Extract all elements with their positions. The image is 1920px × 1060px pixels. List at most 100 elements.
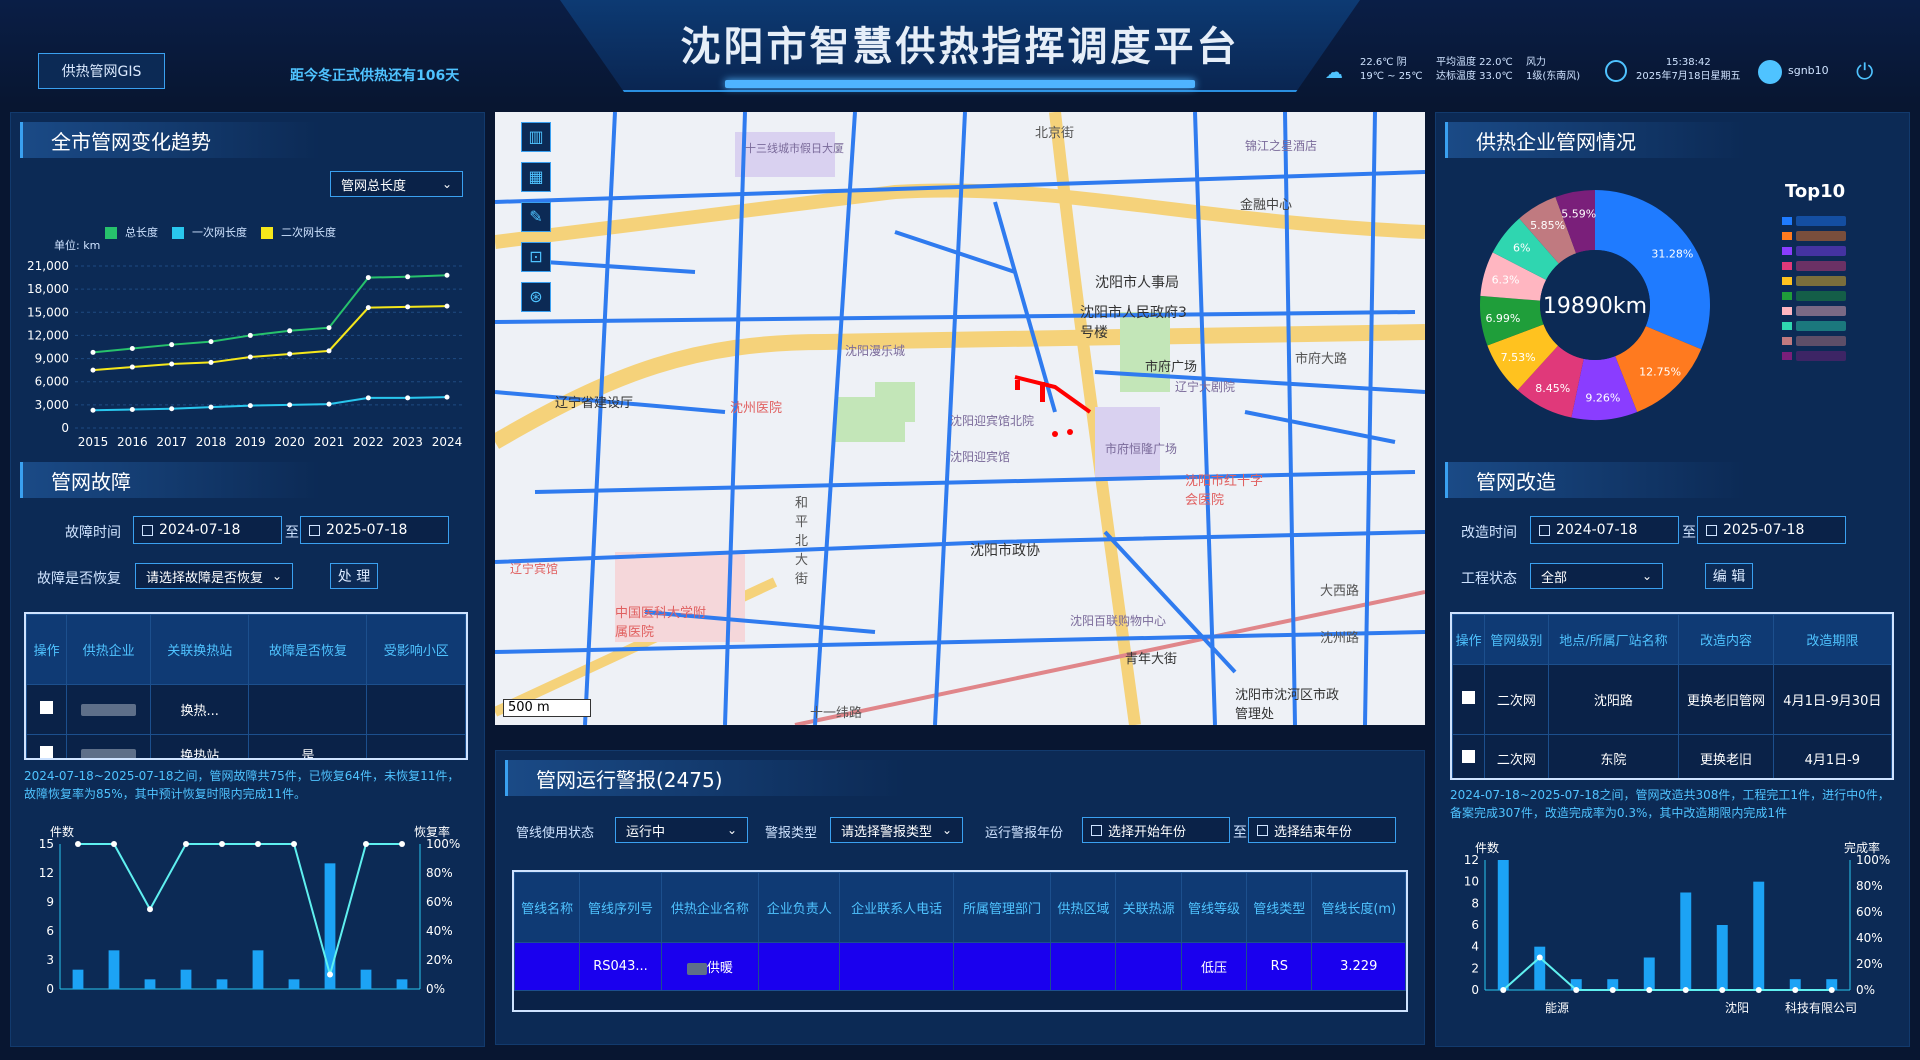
place-23: 十一纬路 <box>810 706 863 721</box>
pie-label: 9.26% <box>1585 392 1620 405</box>
alarm-status-select[interactable]: 运行中 ⌄ <box>615 817 748 843</box>
table-row[interactable]: RS043... 供暖 低压 RS 3.229 <box>514 942 1406 991</box>
x-tick-label: 2019 <box>235 435 266 449</box>
bar <box>216 979 228 989</box>
y-tick-label: 3 <box>46 953 54 967</box>
legend-item <box>1782 231 1846 241</box>
legend-item <box>1782 321 1846 331</box>
place-18: 辽宁宾馆 <box>510 562 559 576</box>
x-tick-label: 2021 <box>314 435 345 449</box>
series-line-1 <box>92 396 448 412</box>
alarm-col-3: 企业负责人 <box>758 872 841 943</box>
trend-select[interactable]: 管网总长度 ⌄ <box>330 171 463 197</box>
alarm-year-label: 运行警报年份 <box>985 826 1064 841</box>
alarm-col-2: 供热企业名称 <box>660 872 760 943</box>
alarm-type-label: 警报类型 <box>765 826 818 841</box>
renov-date-to[interactable]: 2025-07-18 <box>1697 516 1846 544</box>
alarm-year-from[interactable]: 选择开始年份 <box>1082 817 1230 843</box>
data-point <box>405 304 411 310</box>
gis-button[interactable]: 供热管网GIS <box>38 53 165 89</box>
rate-point <box>75 841 81 847</box>
process-button[interactable]: 处 理 <box>330 563 378 589</box>
x-tick-label: 沈阳 <box>1725 1000 1749 1015</box>
series-line-0 <box>92 274 448 354</box>
pie-label: 31.28% <box>1651 247 1693 260</box>
bar <box>324 863 336 989</box>
pie-label: 6.99% <box>1485 312 1520 325</box>
x-tick-label: 2024 <box>432 435 463 449</box>
data-point <box>326 325 332 331</box>
row-checkbox[interactable] <box>1462 750 1476 763</box>
fault-recover-select[interactable]: 请选择故障是否恢复 ⌄ <box>135 563 293 589</box>
data-point <box>444 394 450 400</box>
data-point <box>247 403 253 409</box>
grid-icon[interactable]: ▦ <box>521 162 551 192</box>
x-tick-label: 2016 <box>117 435 148 449</box>
x-tick-label: 2017 <box>156 435 187 449</box>
data-point <box>326 401 332 407</box>
y-tick-label: 12 <box>1464 853 1479 867</box>
legend-item <box>1782 216 1846 226</box>
edit-icon[interactable]: ✎ <box>521 202 551 232</box>
col-operate: 操作 <box>1452 614 1486 665</box>
bar <box>288 979 300 989</box>
compass-icon[interactable]: ⊛ <box>521 282 551 312</box>
data-point <box>90 367 96 373</box>
fault-time-label: 故障时间 <box>65 525 121 541</box>
power-icon[interactable]: ⏻ <box>1856 60 1873 85</box>
renov-status-select[interactable]: 全部 ⌄ <box>1530 563 1663 589</box>
fault-date-from[interactable]: 2024-07-18 <box>133 516 282 544</box>
chevron-down-icon: ⌄ <box>726 823 737 837</box>
place-6: 沈阳市人民政府3号楼 <box>1080 305 1187 341</box>
rate-line <box>78 843 402 979</box>
data-point <box>208 339 214 345</box>
y-tick-label: 0 <box>46 982 54 996</box>
rate-point <box>1755 987 1762 993</box>
renov-date-from[interactable]: 2024-07-18 <box>1530 516 1679 544</box>
legend-item <box>1782 336 1846 346</box>
bar <box>1534 946 1546 990</box>
user-icon[interactable] <box>1758 60 1782 84</box>
place-21: 沈阳百联购物中心 <box>1070 614 1167 628</box>
book-icon[interactable]: ▥ <box>521 122 551 152</box>
row-checkbox[interactable] <box>40 746 54 758</box>
heating-countdown: 距今冬正式供热还有106天 <box>290 68 460 84</box>
chevron-down-icon: ⌄ <box>441 177 452 191</box>
place-25: 沈州路 <box>1320 631 1360 646</box>
fault-summary: 2024-07-18~2025-07-18之间，管网故障共75件，已恢复64件，… <box>24 769 460 801</box>
rate-point <box>1719 987 1726 993</box>
trend-unit: 单位: km <box>54 239 101 252</box>
enterprise-title: 供热企业管网情况 <box>1445 122 1745 158</box>
pie-top10-title: Top10 <box>1785 181 1846 202</box>
rate-point <box>1682 987 1689 993</box>
y2-tick-label: 0% <box>426 982 445 996</box>
legend-primary: 一次网长度 <box>172 224 247 240</box>
lock-icon[interactable]: ⊡ <box>521 242 551 272</box>
y2-tick-label: 0% <box>1856 983 1875 997</box>
row-checkbox[interactable] <box>1462 691 1476 704</box>
place-10: 辽宁省建设厅 <box>555 396 634 411</box>
place-12: 辽宁大剧院 <box>1175 380 1236 394</box>
col-operate: 操作 <box>26 614 68 685</box>
place-16: 沈阳市红十字会医院 <box>1185 474 1264 508</box>
rate-point <box>1573 987 1580 993</box>
y-tick-label: 8 <box>1471 896 1479 910</box>
table-row: 换热... <box>26 684 466 735</box>
edit-button[interactable]: 编 辑 <box>1705 563 1753 589</box>
bar <box>1497 860 1509 990</box>
data-point <box>365 305 371 311</box>
data-point <box>208 404 214 410</box>
data-point <box>169 361 175 367</box>
row-checkbox[interactable] <box>40 701 54 714</box>
place-24: 大西路 <box>1320 584 1360 599</box>
alarm-type-select[interactable]: 请选择警报类型 ⌄ <box>830 817 963 843</box>
bar <box>1643 957 1655 990</box>
col-recovered: 故障是否恢复 <box>248 614 368 685</box>
place-26: 沈阳市沈河区市政管理处 <box>1235 688 1340 722</box>
gis-map[interactable]: 十三线城市假日大厦 北京街 锦江之星酒店 金融中心 沈阳市人事局 沈阳市人民政府… <box>495 112 1425 725</box>
y-tick-label: 2 <box>1471 961 1479 975</box>
place-3: 锦江之星酒店 <box>1245 139 1318 153</box>
alarm-year-to[interactable]: 选择结束年份 <box>1248 817 1396 843</box>
fault-date-to[interactable]: 2025-07-18 <box>300 516 449 544</box>
map-toolbar: ▥ ▦ ✎ ⊡ ⊛ <box>521 122 551 312</box>
